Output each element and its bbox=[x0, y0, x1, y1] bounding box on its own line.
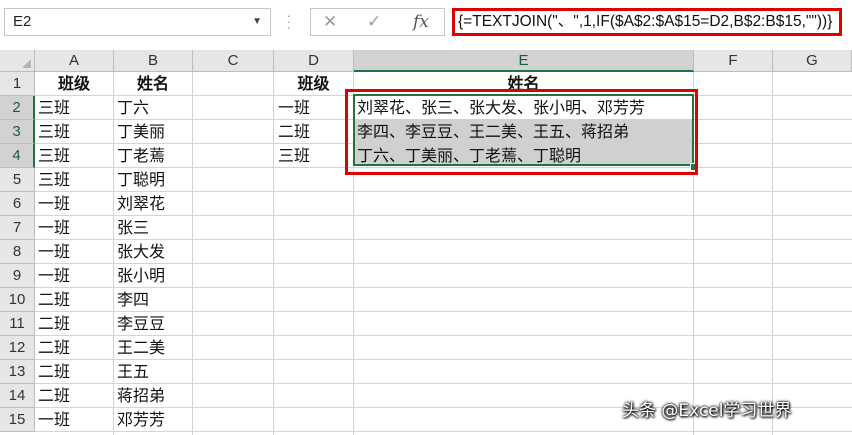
cell-b8[interactable]: 张大发 bbox=[115, 240, 165, 264]
row-header-13[interactable]: 13 bbox=[0, 360, 35, 384]
column-header-d[interactable]: D bbox=[274, 50, 354, 72]
cell-a8[interactable]: 一班 bbox=[36, 240, 70, 264]
column-header-f[interactable]: F bbox=[694, 50, 773, 72]
cell-a5[interactable]: 三班 bbox=[36, 168, 70, 192]
cell-b2[interactable]: 丁六 bbox=[115, 96, 149, 120]
cell-b9[interactable]: 张小明 bbox=[115, 264, 165, 288]
formula-buttons: ✕ ✓ fx bbox=[310, 8, 445, 36]
cell-a11[interactable]: 二班 bbox=[36, 312, 70, 336]
cancel-icon[interactable]: ✕ bbox=[323, 9, 337, 35]
fx-icon[interactable]: fx bbox=[413, 9, 429, 35]
name-box[interactable]: E2 ▼ bbox=[4, 8, 271, 36]
cell-a13[interactable]: 二班 bbox=[36, 360, 70, 384]
cell-b15[interactable]: 邓芳芳 bbox=[115, 408, 165, 432]
cell-d1[interactable]: 班级 bbox=[274, 72, 353, 96]
cell-a10[interactable]: 二班 bbox=[36, 288, 70, 312]
column-header-c[interactable]: C bbox=[193, 50, 274, 72]
cell-b11[interactable]: 李豆豆 bbox=[115, 312, 165, 336]
row-header-12[interactable]: 12 bbox=[0, 336, 35, 360]
row-header-2[interactable]: 2 bbox=[0, 96, 35, 120]
row-header-8[interactable]: 8 bbox=[0, 240, 35, 264]
row-header-6[interactable]: 6 bbox=[0, 192, 35, 216]
cell-a3[interactable]: 三班 bbox=[36, 120, 70, 144]
cell-a2[interactable]: 三班 bbox=[36, 96, 70, 120]
highlight-box bbox=[345, 89, 698, 175]
cell-d2[interactable]: 一班 bbox=[276, 96, 310, 120]
cell-d3[interactable]: 二班 bbox=[276, 120, 310, 144]
row-header-3[interactable]: 3 bbox=[0, 120, 35, 144]
cell-a14[interactable]: 二班 bbox=[36, 384, 70, 408]
drag-handle-icon[interactable]: · · · bbox=[286, 8, 292, 34]
column-header-e[interactable]: E bbox=[354, 50, 694, 72]
enter-icon[interactable]: ✓ bbox=[367, 9, 381, 35]
select-all-button[interactable] bbox=[0, 50, 35, 72]
cell-a4[interactable]: 三班 bbox=[36, 144, 70, 168]
cell-a1[interactable]: 班级 bbox=[35, 72, 113, 96]
formula-input[interactable]: {=TEXTJOIN("、",1,IF($A$2:$A$15=D2,B$2:B$… bbox=[452, 8, 842, 36]
row-header-9[interactable]: 9 bbox=[0, 264, 35, 288]
column-header-g[interactable]: G bbox=[773, 50, 852, 72]
cell-a12[interactable]: 二班 bbox=[36, 336, 70, 360]
cell-b1[interactable]: 姓名 bbox=[114, 72, 192, 96]
cell-b3[interactable]: 丁美丽 bbox=[115, 120, 165, 144]
watermark: 头条 @Excel学习世界 bbox=[622, 401, 792, 421]
cell-a7[interactable]: 一班 bbox=[36, 216, 70, 240]
cell-a9[interactable]: 一班 bbox=[36, 264, 70, 288]
cell-b6[interactable]: 刘翠花 bbox=[115, 192, 165, 216]
cell-b5[interactable]: 丁聪明 bbox=[115, 168, 165, 192]
row-header-14[interactable]: 14 bbox=[0, 384, 35, 408]
row-header-1[interactable]: 1 bbox=[0, 72, 35, 96]
cell-a15[interactable]: 一班 bbox=[36, 408, 70, 432]
formula-bar-area: E2 ▼ · · · ✕ ✓ fx {=TEXTJOIN("、",1,IF($A$2… bbox=[0, 0, 852, 46]
cell-b14[interactable]: 蒋招弟 bbox=[115, 384, 165, 408]
cell-a6[interactable]: 一班 bbox=[36, 192, 70, 216]
cell-b7[interactable]: 张三 bbox=[115, 216, 149, 240]
row-header-5[interactable]: 5 bbox=[0, 168, 35, 192]
cell-d4[interactable]: 三班 bbox=[276, 144, 310, 168]
chevron-down-icon[interactable]: ▼ bbox=[252, 9, 262, 35]
column-header-a[interactable]: A bbox=[35, 50, 114, 72]
cell-b4[interactable]: 丁老蔫 bbox=[115, 144, 165, 168]
cell-b13[interactable]: 王五 bbox=[115, 360, 149, 384]
row-header-4[interactable]: 4 bbox=[0, 144, 35, 168]
row-header-11[interactable]: 11 bbox=[0, 312, 35, 336]
row-header-10[interactable]: 10 bbox=[0, 288, 35, 312]
name-box-value: E2 bbox=[13, 13, 32, 30]
row-header-15[interactable]: 15 bbox=[0, 408, 35, 432]
row-header-7[interactable]: 7 bbox=[0, 216, 35, 240]
worksheet-grid: A B C D E F G 1 2 3 4 5 6 7 8 9 10 11 12… bbox=[0, 50, 852, 435]
cell-b12[interactable]: 王二美 bbox=[115, 336, 165, 360]
cell-b10[interactable]: 李四 bbox=[115, 288, 149, 312]
column-header-b[interactable]: B bbox=[114, 50, 193, 72]
